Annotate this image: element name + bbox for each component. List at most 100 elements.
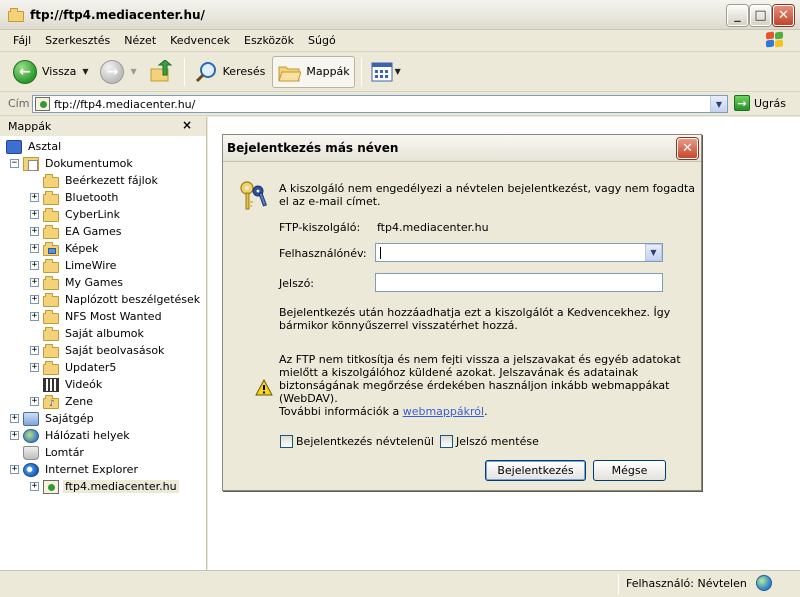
tree-item-label: Asztal	[28, 140, 62, 153]
network-icon	[23, 428, 39, 443]
menu-file[interactable]: Fájl	[6, 32, 38, 49]
forward-dropdown-icon[interactable]: ▼	[130, 67, 136, 76]
go-button[interactable]: → Ugrás	[734, 95, 786, 111]
folders-button[interactable]: Mappák	[272, 55, 355, 88]
expand-toggle[interactable]: +	[30, 278, 39, 287]
tree-item-network-places[interactable]: + Hálózati helyek	[10, 427, 132, 444]
tree-item-desktop[interactable]: Asztal	[6, 138, 63, 155]
music-folder-icon: ♪	[43, 394, 59, 409]
search-icon	[195, 61, 216, 82]
expand-toggle[interactable]: +	[10, 414, 19, 423]
ftp-site-icon	[43, 479, 59, 494]
address-label: Cím	[8, 97, 30, 110]
toolbar-separator	[183, 57, 185, 86]
tree-item-label: Zene	[65, 395, 94, 408]
tree-item-cyberlink[interactable]: + CyberLink	[30, 206, 122, 223]
forward-button[interactable]: → ▼	[95, 56, 141, 88]
tree-item-ftp-site[interactable]: + ftp4.mediacenter.hu	[30, 478, 179, 495]
maximize-button[interactable]: □	[750, 5, 771, 26]
tree-item-bluetooth[interactable]: + Bluetooth	[30, 189, 120, 206]
collapse-toggle[interactable]: −	[10, 159, 19, 168]
expand-toggle[interactable]: +	[10, 465, 19, 474]
tree-item-recycle-bin[interactable]: Lomtár	[23, 444, 86, 461]
toolbar: ← Vissza ▼ → ▼ Keresés Mappák ▼	[0, 52, 800, 92]
expand-toggle[interactable]: +	[10, 431, 19, 440]
tree-item-my-albums[interactable]: Saját albumok	[43, 325, 146, 342]
expand-toggle[interactable]: +	[30, 363, 39, 372]
tree-item-my-scans[interactable]: + Saját beolvasások	[30, 342, 166, 359]
back-dropdown-icon[interactable]: ▼	[82, 67, 88, 76]
login-button[interactable]: Bejelentkezés	[485, 460, 586, 481]
menu-help[interactable]: Súgó	[301, 32, 343, 49]
close-button[interactable]: ✕	[773, 5, 794, 26]
cancel-button[interactable]: Mégse	[593, 460, 666, 481]
tree-item-label: Internet Explorer	[45, 463, 138, 476]
maximize-icon: □	[754, 8, 767, 23]
tree-item-my-games[interactable]: + My Games	[30, 274, 125, 291]
tree-item-internet-explorer[interactable]: + Internet Explorer	[10, 461, 140, 478]
back-arrow-icon: ←	[13, 59, 37, 84]
tree-item-updater5[interactable]: + Updater5	[30, 359, 118, 376]
folder-icon	[43, 275, 59, 290]
expand-toggle[interactable]: +	[30, 210, 39, 219]
expand-toggle[interactable]: +	[30, 295, 39, 304]
tree-item-received-files[interactable]: Beérkezett fájlok	[43, 172, 160, 189]
address-input[interactable]: ftp://ftp4.mediacenter.hu/ ▼	[32, 95, 728, 113]
menu-favorites[interactable]: Kedvencek	[163, 32, 237, 49]
status-bar: Felhasználó: Névtelen	[0, 570, 800, 597]
expand-toggle[interactable]: +	[30, 227, 39, 236]
tree-item-label: Bluetooth	[65, 191, 119, 204]
views-dropdown-icon[interactable]: ▼	[395, 67, 401, 76]
tree-item-chat-logs[interactable]: + Naplózott beszélgetések	[30, 291, 202, 308]
tree-item-label: Képek	[65, 242, 99, 255]
menu-view[interactable]: Nézet	[117, 32, 163, 49]
minimize-button[interactable]: _	[727, 5, 748, 26]
tree-item-pictures[interactable]: + Képek	[30, 240, 101, 257]
tree-item-documents[interactable]: − Dokumentumok	[10, 155, 135, 172]
expand-toggle[interactable]: +	[30, 312, 39, 321]
expand-toggle[interactable]: +	[30, 397, 39, 406]
save-password-checkbox[interactable]: Jelszó mentése	[440, 435, 539, 448]
checkbox-box[interactable]	[280, 435, 293, 448]
username-combobox[interactable]: ▼	[375, 243, 663, 262]
expand-toggle[interactable]: +	[30, 346, 39, 355]
forward-arrow-icon: →	[100, 59, 125, 84]
tree-item-nfs-most-wanted[interactable]: + NFS Most Wanted	[30, 308, 164, 325]
search-button[interactable]: Keresés	[189, 56, 271, 88]
tree-item-limewire[interactable]: + LimeWire	[30, 257, 118, 274]
minimize-icon: _	[734, 8, 741, 23]
views-button[interactable]: ▼	[366, 56, 406, 88]
tree-item-label: Lomtár	[45, 446, 84, 459]
chevron-down-icon[interactable]: ▼	[645, 244, 662, 261]
dialog-close-button[interactable]: ✕	[677, 138, 698, 159]
expand-toggle[interactable]: +	[30, 482, 39, 491]
tree-item-my-computer[interactable]: + Sajátgép	[10, 410, 96, 427]
password-field[interactable]	[375, 273, 663, 292]
status-separator	[618, 574, 619, 594]
tree-item-label: CyberLink	[65, 208, 120, 221]
menu-edit[interactable]: Szerkesztés	[38, 32, 117, 49]
tree-item-ea-games[interactable]: + EA Games	[30, 223, 123, 240]
favorites-note: Bejelentkezés után hozzáadhatja ezt a ki…	[279, 306, 671, 332]
tree-item-music[interactable]: + ♪ Zene	[30, 393, 95, 410]
internet-zone-icon	[756, 575, 772, 591]
more-info-text: További információk a webmappákról.	[279, 405, 488, 418]
computer-icon	[23, 411, 39, 426]
address-bar: Cím ftp://ftp4.mediacenter.hu/ ▼ → Ugrás	[0, 92, 800, 116]
checkbox-box[interactable]	[440, 435, 453, 448]
ftp-site-icon	[35, 97, 50, 111]
expand-toggle[interactable]: +	[30, 193, 39, 202]
address-dropdown-icon[interactable]: ▼	[710, 96, 727, 112]
tree-item-videos[interactable]: Videók	[43, 376, 104, 393]
anonymous-login-checkbox[interactable]: Bejelentkezés névtelenül	[280, 435, 434, 448]
menu-tools[interactable]: Eszközök	[237, 32, 301, 49]
close-icon[interactable]: ×	[182, 118, 192, 132]
security-warning-text: Az FTP nem titkosítja és nem fejti vissz…	[279, 353, 681, 405]
up-button[interactable]	[144, 56, 178, 88]
tree-item-label: LimeWire	[65, 259, 117, 272]
folders-icon	[278, 66, 302, 81]
back-button[interactable]: ← Vissza ▼	[8, 56, 93, 88]
expand-toggle[interactable]: +	[30, 244, 39, 253]
expand-toggle[interactable]: +	[30, 261, 39, 270]
webfolders-link[interactable]: webmappákról	[403, 405, 484, 418]
